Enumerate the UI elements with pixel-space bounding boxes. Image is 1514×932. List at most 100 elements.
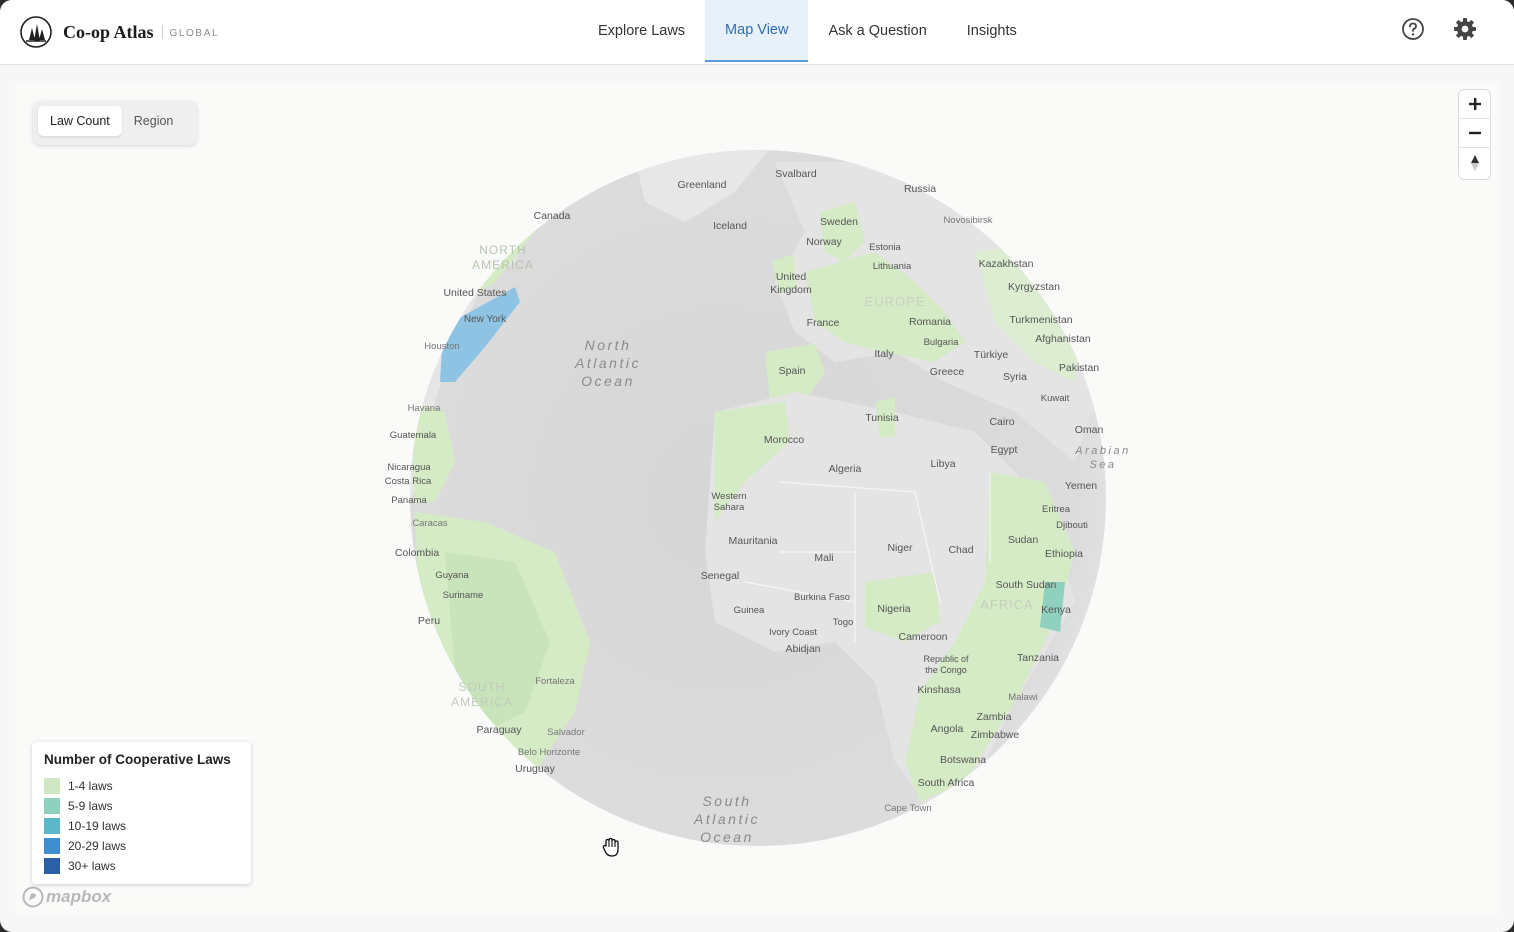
place-label: Houston <box>424 341 459 352</box>
ocean-label-north-atlantic-2: Atlantic <box>574 355 641 371</box>
place-label: Yemen <box>1065 480 1097 492</box>
place-label: Romania <box>909 316 951 328</box>
place-label: Malawi <box>1008 692 1038 703</box>
place-label: Angola <box>931 723 964 735</box>
zoom-controls <box>1459 90 1490 179</box>
place-label: Mauritania <box>728 535 777 547</box>
tab-explore-laws[interactable]: Explore Laws <box>578 0 705 62</box>
plus-icon <box>1468 98 1481 110</box>
place-label: Lithuania <box>873 261 912 272</box>
tab-ask-a-question[interactable]: Ask a Question <box>808 0 946 62</box>
place-label: Norway <box>806 236 842 248</box>
place-label: Salvador <box>547 727 585 738</box>
place-label: Estonia <box>869 242 901 253</box>
attribution-text: mapbox <box>46 887 112 906</box>
place-label: United <box>776 271 807 283</box>
place-label: Botswana <box>940 754 986 766</box>
place-label: Tunisia <box>865 412 899 424</box>
toggle-law-count[interactable]: Law Count <box>38 106 122 136</box>
place-label: Tanzania <box>1017 652 1059 664</box>
main-nav: Explore Laws Map View Ask a Question Ins… <box>578 0 1037 65</box>
place-label: South Africa <box>918 777 975 789</box>
place-label: Niger <box>887 542 913 554</box>
toggle-region[interactable]: Region <box>122 106 186 136</box>
legend-item: 10-19 laws <box>44 816 239 836</box>
place-label: Djibouti <box>1056 520 1088 531</box>
legend-swatch <box>44 858 60 874</box>
reset-north-button[interactable] <box>1459 148 1490 177</box>
place-label: Guinea <box>734 605 765 616</box>
place-label: Novosibirsk <box>943 215 992 226</box>
mapbox-attribution[interactable]: mapbox <box>22 886 111 908</box>
legend-label: 20-29 laws <box>68 839 127 853</box>
legend-label: 10-19 laws <box>68 819 127 833</box>
place-label: Panama <box>391 495 427 506</box>
legend-item: 5-9 laws <box>44 796 239 816</box>
app-subtitle: GLOBAL <box>169 28 220 39</box>
place-label: Burkina Faso <box>794 592 850 603</box>
place-label: Kenya <box>1041 604 1071 616</box>
place-label: Pakistan <box>1059 362 1099 374</box>
place-label: Senegal <box>701 570 740 582</box>
zoom-out-button[interactable] <box>1459 119 1490 148</box>
app-name: Co-op Atlas <box>63 21 154 42</box>
place-label: Guyana <box>435 570 469 581</box>
place-label: Zimbabwe <box>971 729 1020 741</box>
place-label: Cameroon <box>898 631 947 643</box>
region-label-europe: EUROPE <box>865 294 926 309</box>
region-label-north-america-2: AMERICA <box>472 258 534 272</box>
place-label: Costa Rica <box>385 476 432 487</box>
tab-map-view[interactable]: Map View <box>705 0 809 62</box>
place-label: Kazakhstan <box>979 258 1034 270</box>
place-label: Fortaleza <box>535 676 575 687</box>
mapbox-logo-icon <box>22 886 44 908</box>
place-label: United States <box>443 287 506 299</box>
region-label-north-america: NORTH <box>479 243 526 257</box>
place-label: Algeria <box>829 463 862 475</box>
place-label: Havana <box>408 403 441 414</box>
region-label-south-america-2: AMERICA <box>451 695 513 709</box>
place-label: Nigeria <box>877 603 910 615</box>
legend-swatch <box>44 838 60 854</box>
legend-item: 1-4 laws <box>44 776 239 796</box>
place-label: Uruguay <box>515 763 555 775</box>
app-window: Co-op Atlas GLOBAL Explore Laws Map View… <box>0 0 1514 932</box>
place-label: Greenland <box>677 179 726 191</box>
place-label: Paraguay <box>477 724 523 736</box>
place-label: Caracas <box>412 518 448 529</box>
grab-cursor-icon <box>602 837 619 857</box>
place-label: Ethiopia <box>1045 548 1083 560</box>
brand[interactable]: Co-op Atlas GLOBAL <box>20 16 219 48</box>
help-icon[interactable] <box>1400 16 1426 42</box>
place-label: the Congo <box>925 665 967 675</box>
legend-item: 20-29 laws <box>44 836 239 856</box>
place-label: Suriname <box>443 590 484 601</box>
place-label: Canada <box>534 210 571 222</box>
place-label: Oman <box>1075 424 1104 436</box>
legend-label: 1-4 laws <box>68 779 113 793</box>
place-label: Turkmenistan <box>1009 314 1072 326</box>
place-label: Kingdom <box>770 284 812 296</box>
ocean-label-north-atlantic-3: Ocean <box>581 373 635 389</box>
ocean-label-north-atlantic: North <box>585 337 632 353</box>
ocean-label-south-atlantic: South <box>702 793 751 809</box>
place-label: Svalbard <box>775 168 817 180</box>
place-label: Belo Horizonte <box>518 747 580 758</box>
legend-label: 30+ laws <box>68 859 116 873</box>
region-label-south-america: SOUTH <box>459 680 506 694</box>
place-label: Eritrea <box>1042 504 1071 515</box>
map-legend: Number of Cooperative Laws 1-4 laws 5-9 … <box>32 742 251 884</box>
place-label: Sweden <box>820 216 858 228</box>
place-label: Chad <box>948 544 973 556</box>
map-canvas[interactable]: NORTH AMERICA EUROPE AFRICA SOUTH AMERIC… <box>15 82 1499 915</box>
place-label: Libya <box>930 458 955 470</box>
ocean-label-south-atlantic-2: Atlantic <box>693 811 760 827</box>
zoom-in-button[interactable] <box>1459 90 1490 119</box>
place-label: South Sudan <box>996 579 1057 591</box>
brand-divider <box>161 25 163 39</box>
place-label: Kuwait <box>1041 393 1070 404</box>
place-label: Sudan <box>1008 534 1039 546</box>
gear-icon[interactable] <box>1452 16 1478 42</box>
tab-insights[interactable]: Insights <box>947 0 1037 62</box>
place-label: Sahara <box>714 502 745 513</box>
